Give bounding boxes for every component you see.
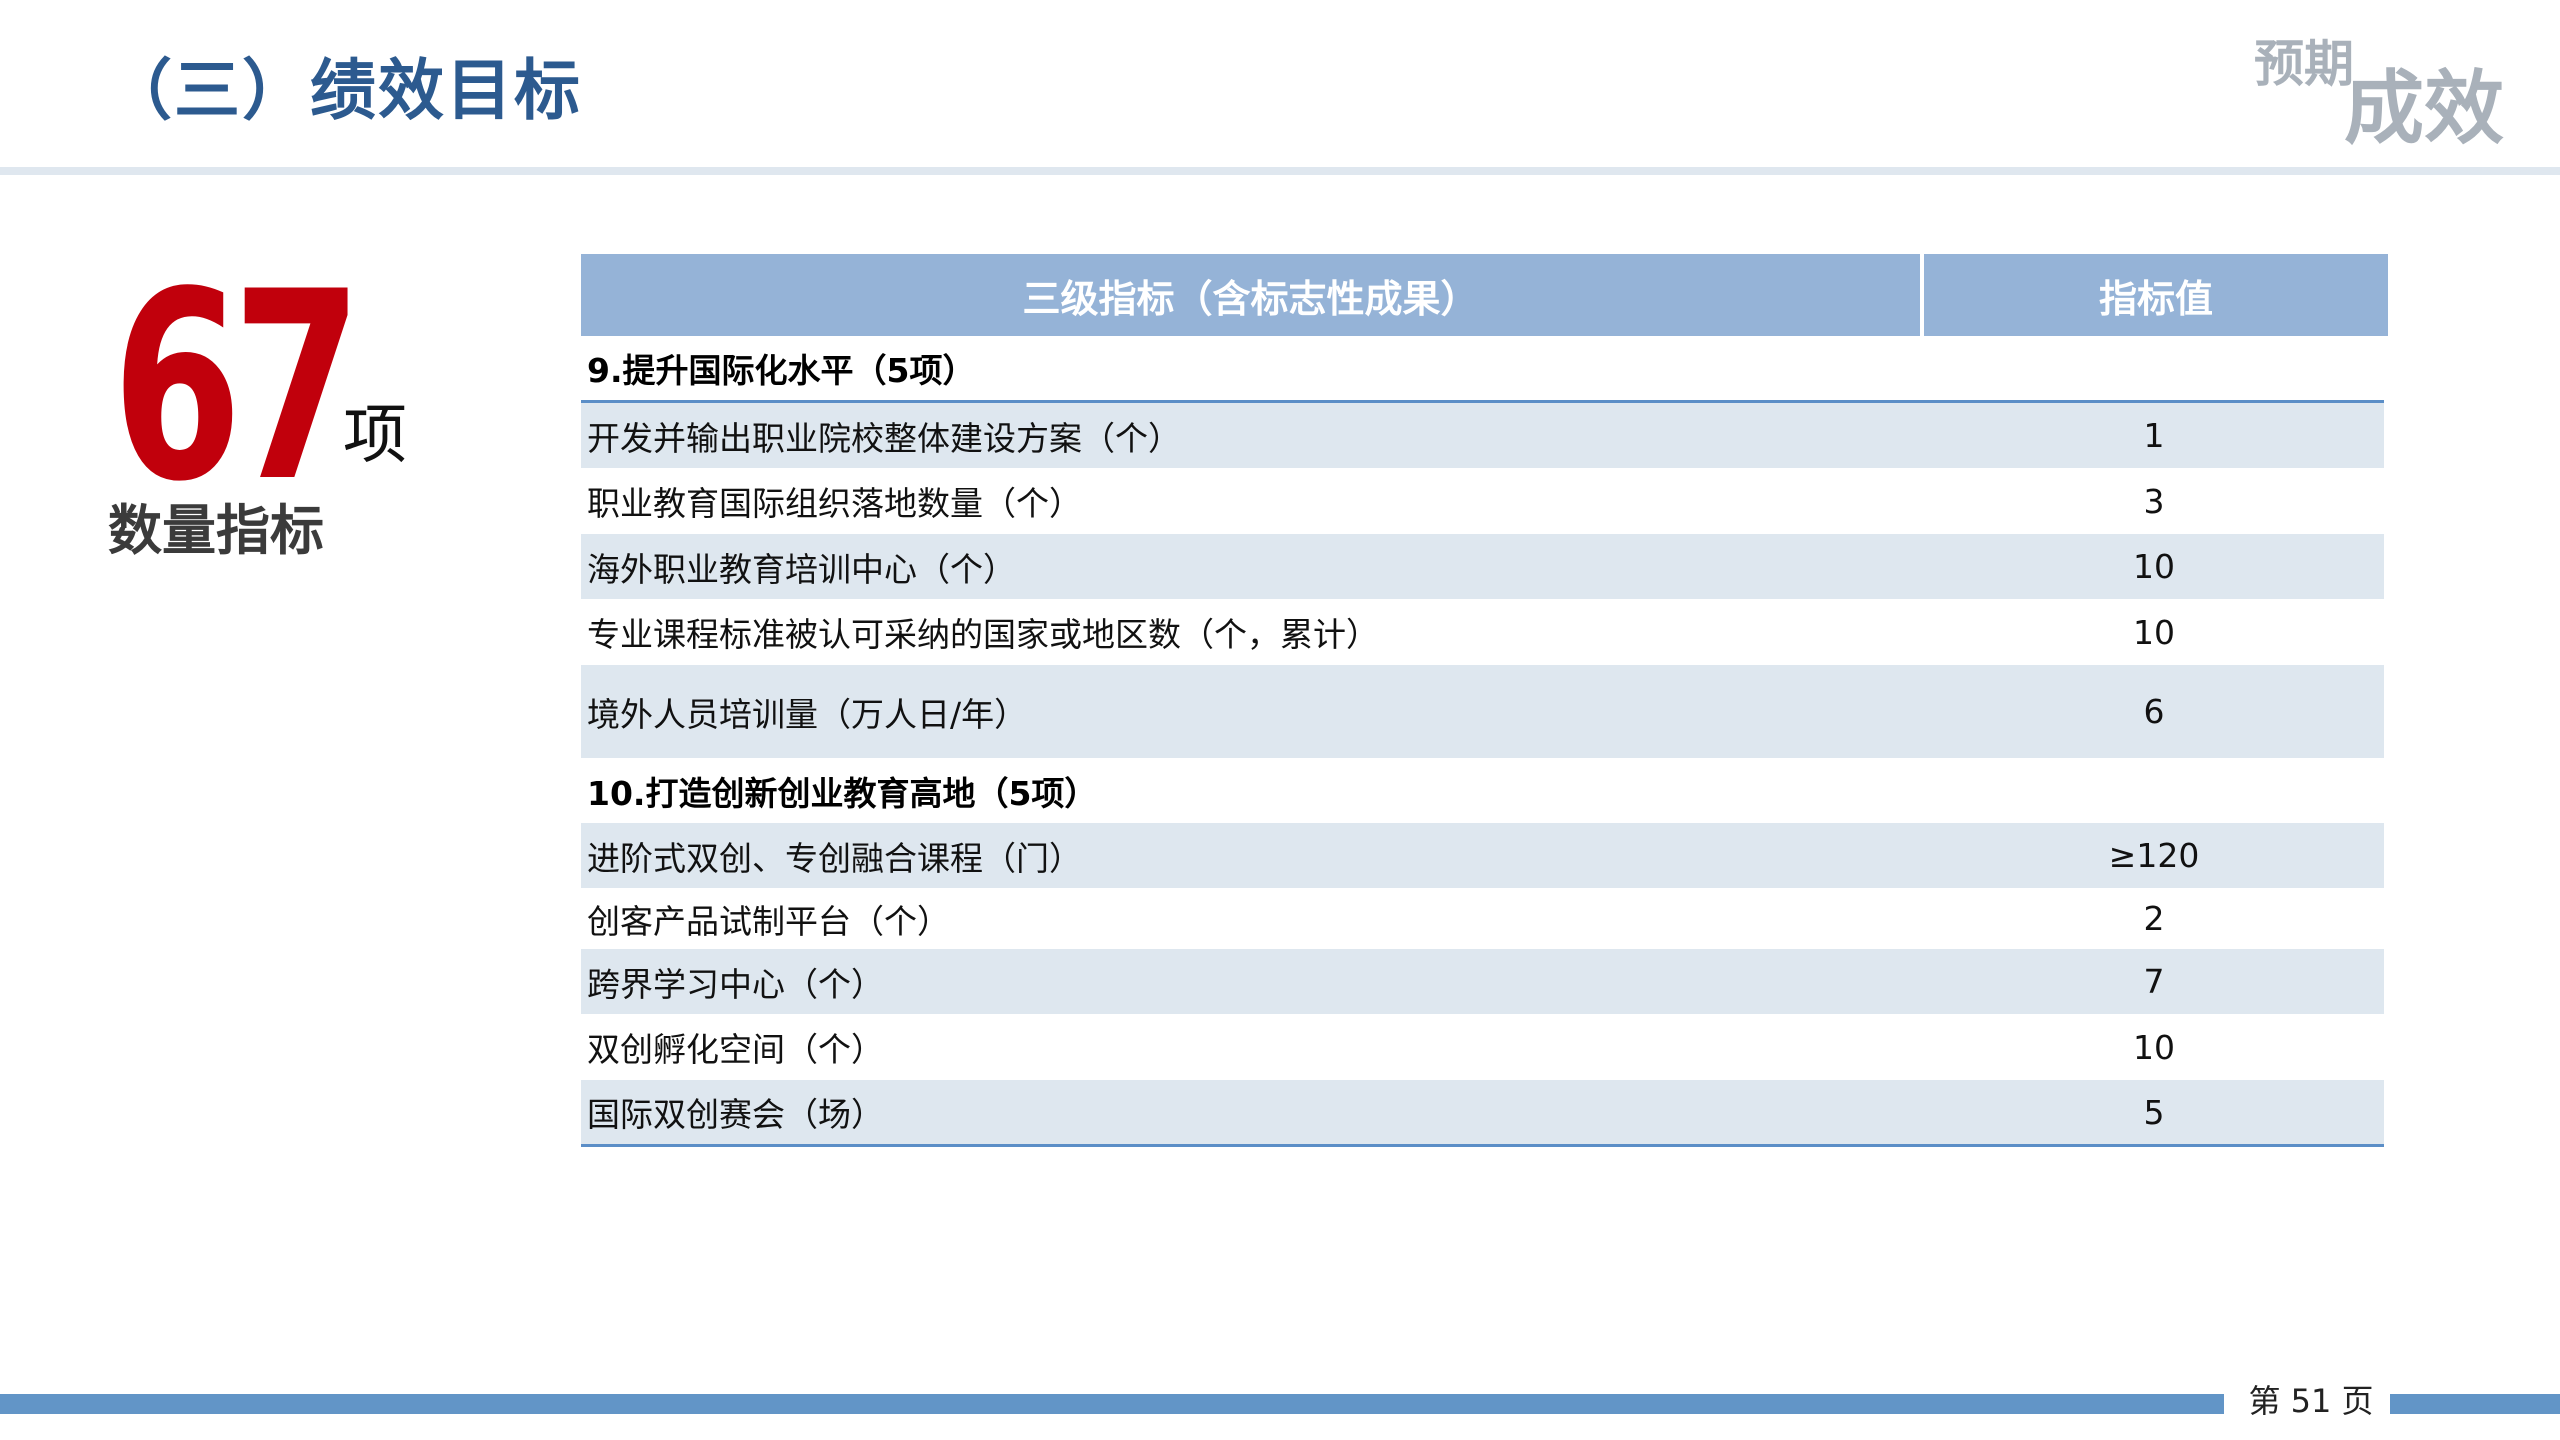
indicator-name: 进阶式双创、专创融合课程（门）	[587, 838, 1082, 878]
column-header-indicator: 三级指标（含标志性成果）	[581, 254, 1924, 336]
corner-mark-small: 预期	[2254, 35, 2354, 93]
slide: （三）绩效目标 预期 成效 67 项 数量指标 三级指标（含标志性成果） 指标值…	[0, 0, 2560, 1440]
indicator-name: 跨界学习中心（个）	[587, 964, 884, 1004]
kpi-label: 数量指标	[108, 499, 324, 562]
table-row: 开发并输出职业院校整体建设方案（个） 1	[581, 403, 2384, 468]
table-row: 进阶式双创、专创融合课程（门） ≥120	[581, 823, 2384, 888]
section-title: 9.提升国际化水平（5项）	[587, 351, 976, 390]
page-number: 第 51 页	[2248, 1382, 2374, 1420]
column-header-value: 指标值	[2098, 276, 2213, 321]
indicator-value: 7	[2143, 962, 2165, 1001]
indicator-value: 1	[2143, 416, 2165, 455]
indicator-name: 双创孵化空间（个）	[587, 1030, 884, 1069]
section-title: 10.打造创新创业教育高地（5项）	[587, 773, 1098, 813]
table-row: 海外职业教育培训中心（个） 10	[581, 534, 2384, 599]
indicator-value: ≥120	[2108, 836, 2200, 875]
corner-mark-big: 成效	[2344, 62, 2504, 155]
indicator-table: 三级指标（含标志性成果） 指标值 9.提升国际化水平（5项） 开发并输出职业院校…	[581, 254, 2388, 1147]
indicator-name: 国际双创赛会（场）	[587, 1095, 884, 1134]
indicator-value: 3	[2143, 481, 2165, 521]
page-title: （三）绩效目标	[106, 52, 582, 129]
indicator-value: 6	[2143, 692, 2165, 731]
table-row: 专业课程标准被认可采纳的国家或地区数（个，累计） 10	[581, 599, 2384, 665]
table-row: 创客产品试制平台（个） 2	[581, 888, 2384, 949]
indicator-name: 专业课程标准被认可采纳的国家或地区数（个，累计）	[587, 615, 1379, 654]
indicator-name: 海外职业教育培训中心（个）	[587, 549, 1016, 589]
indicator-name: 职业教育国际组织落地数量（个）	[587, 484, 1082, 523]
indicator-value: 10	[2133, 1027, 2175, 1067]
header-divider	[0, 167, 2560, 175]
table-section-row: 10.打造创新创业教育高地（5项）	[581, 758, 2384, 823]
footer-bar-right	[2390, 1394, 2560, 1414]
kpi-unit: 项	[343, 399, 407, 473]
indicator-name: 开发并输出职业院校整体建设方案（个）	[587, 418, 1181, 458]
indicator-value: 10	[2133, 547, 2175, 586]
footer-bar-left	[0, 1394, 2224, 1414]
table-row: 国际双创赛会（场） 5	[581, 1080, 2384, 1147]
table-row: 境外人员培训量（万人日/年） 6	[581, 665, 2384, 758]
indicator-value: 10	[2133, 612, 2175, 652]
indicator-name: 境外人员培训量（万人日/年）	[587, 694, 1028, 734]
table-row: 跨界学习中心（个） 7	[581, 949, 2384, 1014]
table-section-row: 9.提升国际化水平（5项）	[581, 336, 2384, 403]
indicator-name: 创客产品试制平台（个）	[587, 901, 950, 941]
indicator-value: 2	[2143, 899, 2165, 938]
table-row: 双创孵化空间（个） 10	[581, 1014, 2384, 1080]
indicator-value: 5	[2143, 1092, 2165, 1132]
kpi-number: 67	[112, 237, 362, 539]
table-row: 职业教育国际组织落地数量（个） 3	[581, 468, 2384, 534]
table-header: 三级指标（含标志性成果） 指标值	[581, 254, 2388, 336]
